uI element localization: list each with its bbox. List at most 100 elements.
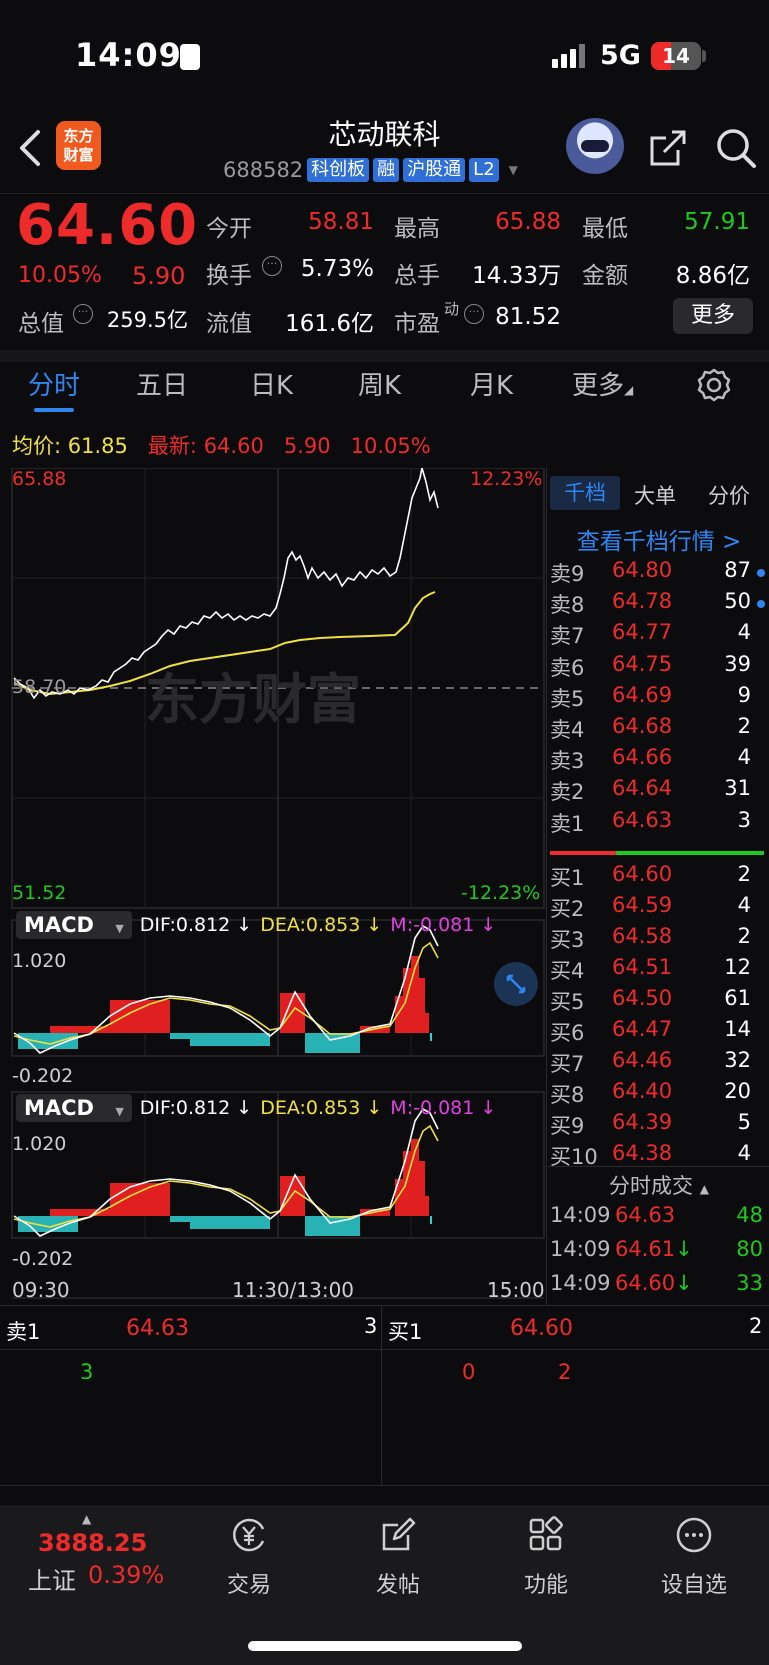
ask-row[interactable]: 卖7 64.77 4 xyxy=(550,620,769,651)
macd-histogram-1 xyxy=(18,956,432,1053)
nav-watchlist[interactable]: 设自选 xyxy=(634,1515,754,1599)
index-value[interactable]: 3888.25 xyxy=(38,1529,147,1557)
chart-ref-price: 58.70 xyxy=(12,676,67,698)
home-indicator[interactable] xyxy=(248,1641,522,1651)
bid-label: 买2 xyxy=(550,897,585,921)
ask-volume: 3 xyxy=(737,807,751,832)
stock-code-row[interactable]: 688582 科创板 融 沪股通 L2 ▼ xyxy=(223,158,518,182)
ask-label: 卖7 xyxy=(550,624,585,649)
ask-row[interactable]: 卖1 64.63 3 xyxy=(550,808,769,839)
tick-row: 14:09 64.60↓ 33 xyxy=(550,1271,769,1303)
open-label: 今开 xyxy=(206,216,252,242)
bid-row[interactable]: 买10 64.38 4 xyxy=(550,1141,769,1172)
ask-row[interactable]: 卖8 64.78 50 xyxy=(550,589,769,620)
ask-row[interactable]: 卖3 64.66 4 xyxy=(550,745,769,776)
tab-monthly-k[interactable]: 月K xyxy=(470,365,513,402)
ask-row[interactable]: 卖6 64.75 39 xyxy=(550,652,769,683)
nav-trade[interactable]: 交易 xyxy=(189,1515,309,1599)
order-dot-icon xyxy=(757,600,765,609)
bid-row[interactable]: 买2 64.59 4 xyxy=(550,893,769,924)
search-icon[interactable] xyxy=(714,126,758,170)
tick-time: 14:09 xyxy=(550,1237,611,1261)
ask-price: 64.69 xyxy=(612,682,673,707)
ask-row[interactable]: 卖2 64.64 31 xyxy=(550,776,769,807)
ask-volume: 2 xyxy=(737,714,751,738)
tag-margin: 融 xyxy=(373,158,400,182)
tab-weekly-k[interactable]: 周K xyxy=(358,365,401,402)
bid-row[interactable]: 买9 64.39 5 xyxy=(550,1110,769,1141)
nav-watchlist-label: 设自选 xyxy=(660,1573,727,1598)
macd-dea-2: DEA:0.853 ↓ xyxy=(260,1097,383,1119)
float-cap-value: 161.6亿 xyxy=(285,311,374,337)
nav-functions[interactable]: 功能 xyxy=(486,1515,606,1599)
bid-row[interactable]: 买7 64.46 32 xyxy=(550,1048,769,1079)
latest-change: 5.90 xyxy=(283,434,331,458)
tick-arrow: ↓ xyxy=(675,1237,693,1261)
tab-big-orders[interactable]: 大单 xyxy=(634,480,676,510)
share-icon[interactable] xyxy=(648,128,688,168)
high-value: 65.88 xyxy=(495,209,561,235)
tick-row: 14:09 64.63 48 xyxy=(550,1203,769,1235)
strip-bid-label: 买1 xyxy=(388,1320,423,1344)
tick-row: 14:09 64.61↓ 80 xyxy=(550,1237,769,1269)
bid-row[interactable]: 买5 64.50 61 xyxy=(550,986,769,1017)
bid-price: 64.60 xyxy=(612,862,673,886)
ask-volume: 50 xyxy=(724,589,751,614)
nav-post-label: 发帖 xyxy=(375,1573,420,1598)
tick-volume: 80 xyxy=(736,1237,763,1261)
nav-trade-label: 交易 xyxy=(226,1573,271,1598)
bid-price: 64.40 xyxy=(612,1079,673,1103)
tag-star-market: 科创板 xyxy=(307,158,370,182)
stock-code: 688582 xyxy=(223,158,304,182)
x-label-close: 15:00 xyxy=(487,1278,545,1302)
ask-price: 64.77 xyxy=(612,620,673,645)
caret-up-icon[interactable]: ▲ xyxy=(82,1512,91,1526)
bid-volume: 5 xyxy=(737,1110,751,1134)
tick-arrow: ↓ xyxy=(675,1271,693,1295)
macd-dif-2: DIF:0.812 ↓ xyxy=(139,1097,253,1119)
pe-value: 81.52 xyxy=(495,304,561,330)
bid-row[interactable]: 买8 64.40 20 xyxy=(550,1079,769,1110)
info-icon[interactable]: ··· xyxy=(73,304,93,324)
index-name: 上证 xyxy=(28,1567,76,1595)
macd-selector-1[interactable]: MACD ▼ xyxy=(16,911,132,939)
bid-strength-bar xyxy=(616,851,764,855)
macd-m-1: M:-0.081 ↓ xyxy=(390,914,497,936)
ask-label: 卖2 xyxy=(550,780,585,805)
tab-intraday[interactable]: 分时 xyxy=(28,365,80,402)
tab-more[interactable]: 更多◢ xyxy=(572,365,633,402)
bid-label: 买4 xyxy=(550,959,585,983)
more-button[interactable]: 更多 xyxy=(673,298,753,334)
market-cap-label: 总值 xyxy=(18,311,64,337)
ask-row[interactable]: 卖9 64.80 87 xyxy=(550,558,769,589)
tab-daily-k[interactable]: 日K xyxy=(250,365,293,402)
compose-icon xyxy=(382,1517,416,1551)
gear-icon[interactable] xyxy=(697,368,731,402)
ask-row[interactable]: 卖4 64.68 2 xyxy=(550,714,769,745)
bid-volume: 12 xyxy=(724,955,751,979)
macd-selector-2[interactable]: MACD ▼ xyxy=(16,1094,132,1122)
ask-row[interactable]: 卖5 64.69 9 xyxy=(550,683,769,714)
expand-button[interactable] xyxy=(494,962,538,1006)
bid-row[interactable]: 买4 64.51 12 xyxy=(550,955,769,986)
view-depth-link[interactable]: 查看千档行情 > xyxy=(549,522,769,556)
tab-five-day[interactable]: 五日 xyxy=(136,365,188,402)
chart-bottom-pct: -12.23% xyxy=(461,882,541,904)
tab-price-distribution[interactable]: 分价 xyxy=(708,480,750,510)
strip-ask-label: 卖1 xyxy=(6,1320,41,1344)
ask-price: 64.80 xyxy=(612,558,673,582)
ticks-header[interactable]: 分时成交 ▲ xyxy=(549,1170,769,1200)
bid-row[interactable]: 买3 64.58 2 xyxy=(550,924,769,955)
status-bar: 14:09 5G 14 xyxy=(0,0,769,110)
nav-post[interactable]: 发帖 xyxy=(338,1515,458,1599)
price-summary-row: 均价: 61.85 最新: 64.60 5.90 10.05% xyxy=(12,430,431,460)
strip-bid-price: 64.60 xyxy=(510,1316,573,1341)
tick-price: 64.63 xyxy=(615,1203,675,1227)
bid-row[interactable]: 买6 64.47 14 xyxy=(550,1017,769,1048)
section-divider xyxy=(0,350,769,362)
bid-row[interactable]: 买1 64.60 2 xyxy=(550,862,769,893)
tick-volume: 33 xyxy=(736,1271,763,1295)
bid-label: 买9 xyxy=(550,1114,585,1138)
tab-order-depth[interactable]: 千档 xyxy=(550,476,620,510)
tick-price: 64.60↓ xyxy=(615,1271,693,1295)
